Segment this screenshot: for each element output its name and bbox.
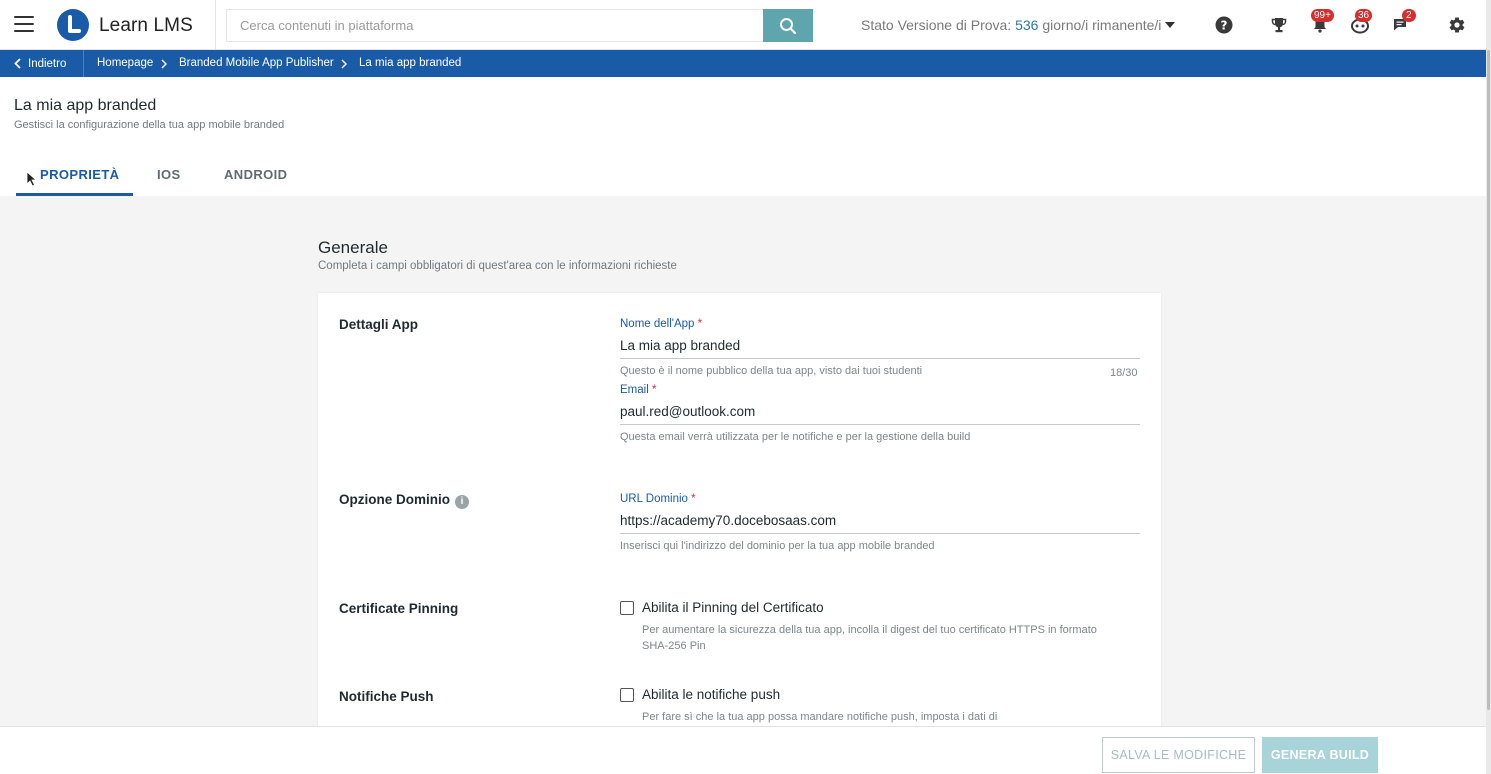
certificate-pinning-help: Per aumentare la sicurezza della tua app… [642,624,1097,652]
search-icon [780,17,797,34]
tab-properties[interactable]: PROPRIETÀ [40,167,119,182]
required-marker: * [691,493,696,505]
trial-prefix: Stato Versione di Prova: [861,17,1016,33]
certificate-pinning-checkbox[interactable] [620,601,634,615]
generate-build-button[interactable]: GENERA BUILD [1262,737,1378,773]
section-subtitle: Completa i campi obbligatori di quest'ar… [318,260,677,272]
chevron-right-icon [341,59,347,69]
app-name-input[interactable] [620,333,1140,359]
push-notifications-label: Notifiche Push [339,689,434,704]
back-label: Indietro [28,57,67,70]
page-header: La mia app branded Gestisci la configura… [0,77,1486,196]
domain-option-label-text: Opzione Dominio [339,492,450,507]
messages-badge: 2 [1402,9,1416,22]
general-settings-card: Dettagli App Nome dell'App * Questo è il… [318,293,1161,733]
mouse-cursor-icon [26,171,37,187]
svg-text:?: ? [1221,19,1228,33]
push-notifications-help: Per fare sì che la tua app possa mandare… [642,711,998,723]
app-name-char-counter: 18/30 [1110,367,1138,379]
notifications-badge: 99+ [1311,9,1334,22]
tab-ios[interactable]: IOS [157,167,181,182]
scrollbar-thumb[interactable] [1487,50,1490,710]
chevron-left-icon [14,58,21,69]
trial-status-dropdown[interactable]: Stato Versione di Prova: 536 giorno/i ri… [861,17,1176,33]
email-label: Email * [620,384,656,396]
messages-button[interactable]: 2 [1390,9,1416,36]
trial-days: 536 [1015,17,1039,33]
info-icon[interactable]: i [455,495,469,509]
required-marker: * [651,384,657,396]
breadcrumb-homepage[interactable]: Homepage [97,57,153,69]
section-title: Generale [318,238,388,257]
push-notifications-checkbox[interactable] [620,688,634,702]
search-button[interactable] [763,9,813,42]
domain-url-label-text: URL Dominio [620,493,688,505]
required-marker: * [697,318,703,330]
gamification-badge: 36 [1355,9,1373,22]
achievements-button[interactable] [1268,14,1290,36]
domain-url-help: Inserisci qui l'indirizzo del dominio pe… [620,540,935,552]
tab-android[interactable]: ANDROID [224,167,287,182]
breadcrumb-app-publisher[interactable]: Branded Mobile App Publisher [179,57,334,69]
domain-url-label: URL Dominio * [620,493,696,505]
app-name-help: Questo è il nome pubblico della tua app,… [620,365,923,377]
page-title: La mia app branded [14,97,157,114]
trophy-icon [1271,18,1287,33]
gamification-button[interactable]: 36 [1349,9,1373,36]
help-button[interactable]: ? [1213,14,1235,36]
menu-icon[interactable] [14,16,34,32]
certificate-pinning-label: Certificate Pinning [339,601,459,616]
chevron-right-icon [161,59,167,69]
logo-icon [57,9,89,41]
back-button[interactable]: Indietro [0,50,84,77]
active-tab-indicator [16,193,133,196]
domain-option-label: Opzione Dominio i [339,492,469,509]
chevron-down-icon [1165,22,1176,28]
save-changes-button[interactable]: SALVA LE MODIFICHE [1102,737,1255,773]
gear-icon [1449,17,1465,33]
search-input[interactable] [227,10,764,41]
domain-url-input[interactable] [620,508,1140,534]
app-name-label: Nome dell'App * [620,318,702,330]
action-footer: SALVA LE MODIFICHE GENERA BUILD [0,726,1486,774]
trial-suffix: giorno/i rimanente/i [1038,17,1162,33]
breadcrumb: Indietro Homepage Branded Mobile App Pub… [0,50,1486,77]
app-logo[interactable]: Learn LMS [50,0,216,50]
search-box [226,9,764,42]
breadcrumb-current: La mia app branded [359,57,462,69]
page-subtitle: Gestisci la configurazione della tua app… [14,119,285,131]
app-name: Learn LMS [99,15,193,36]
email-label-text: Email [620,384,649,396]
settings-button[interactable] [1446,14,1468,36]
app-details-label: Dettagli App [339,317,418,332]
help-icon: ? [1215,16,1233,34]
email-help: Questa email verrà utilizzata per le not… [620,431,971,443]
app-name-label-text: Nome dell'App [620,318,695,330]
certificate-pinning-checkbox-label[interactable]: Abilita il Pinning del Certificato [642,600,824,615]
push-notifications-checkbox-label[interactable]: Abilita le notifiche push [642,687,780,702]
top-bar: Learn LMS Stato Versione di Prova: 536 g… [0,0,1491,50]
email-field[interactable] [620,399,1140,425]
notifications-button[interactable]: 99+ [1309,9,1334,36]
